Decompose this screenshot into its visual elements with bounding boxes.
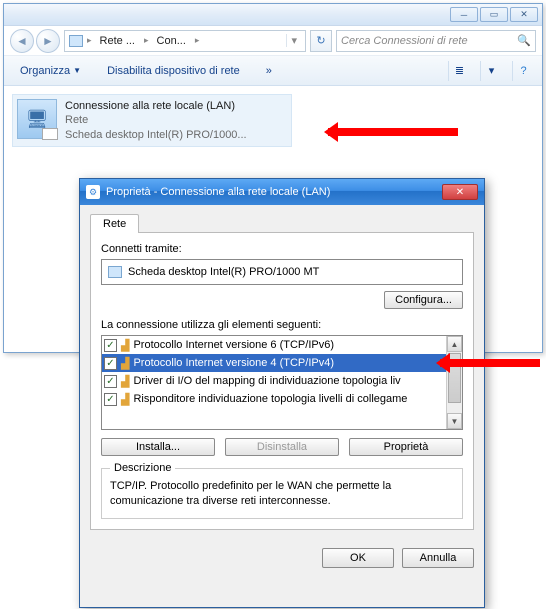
chevron-right-icon: ▸ bbox=[87, 35, 92, 46]
uninstall-button: Disinstalla bbox=[225, 438, 339, 456]
properties-button[interactable]: Proprietà bbox=[349, 438, 463, 456]
list-item-label: Risponditore individuazione topologia li… bbox=[133, 393, 407, 405]
breadcrumb-segment[interactable]: Con... bbox=[153, 35, 191, 47]
connection-text: Connessione alla rete locale (LAN) Rete … bbox=[65, 99, 247, 142]
tab-panel: Connetti tramite: Scheda desktop Intel(R… bbox=[90, 232, 474, 530]
list-item-label: Driver di I/O del mapping di individuazi… bbox=[133, 375, 400, 387]
ok-button[interactable]: OK bbox=[322, 548, 394, 568]
dialog-close-button[interactable]: ✕ bbox=[442, 184, 478, 200]
organize-button[interactable]: Organizza ▼ bbox=[12, 62, 89, 80]
list-item[interactable]: ✓ ▟ Protocollo Internet versione 6 (TCP/IP… bbox=[102, 336, 446, 354]
connect-via-label: Connetti tramite: bbox=[101, 243, 463, 255]
chevron-right-icon: ▸ bbox=[144, 35, 149, 46]
adapter-box: Scheda desktop Intel(R) PRO/1000 MT bbox=[101, 259, 463, 285]
dialog-icon: ⚙ bbox=[86, 185, 100, 199]
content-area: 🖥 Connessione alla rete locale (LAN) Ret… bbox=[4, 86, 542, 155]
breadcrumb-segment[interactable]: Rete ... bbox=[96, 35, 140, 47]
properties-dialog: ⚙ Proprietà - Connessione alla rete loca… bbox=[79, 178, 485, 608]
folder-icon bbox=[69, 35, 83, 47]
scrollbar[interactable]: ▲ ▼ bbox=[446, 336, 462, 429]
window-titlebar: ─ ▭ ✕ bbox=[4, 4, 542, 26]
minimize-button[interactable]: ─ bbox=[450, 7, 478, 22]
nav-back-forward: ◄ ► bbox=[10, 29, 60, 53]
configure-button[interactable]: Configura... bbox=[384, 291, 463, 309]
close-button[interactable]: ✕ bbox=[510, 7, 538, 22]
tab-strip: Rete bbox=[90, 213, 474, 232]
adapter-name: Scheda desktop Intel(R) PRO/1000 MT bbox=[128, 266, 319, 278]
description-group: Descrizione TCP/IP. Protocollo predefini… bbox=[101, 468, 463, 519]
protocol-icon: ▟ bbox=[121, 339, 129, 352]
tab-network[interactable]: Rete bbox=[90, 214, 139, 233]
cancel-button[interactable]: Annulla bbox=[402, 548, 474, 568]
description-label: Descrizione bbox=[110, 462, 175, 474]
connection-status: Rete bbox=[65, 113, 247, 127]
back-button[interactable]: ◄ bbox=[10, 29, 34, 53]
address-dropdown-icon[interactable]: ▾ bbox=[286, 34, 301, 47]
dialog-footer: OK Annulla bbox=[80, 540, 484, 576]
navigation-row: ◄ ► ▸ Rete ... ▸ Con... ▸ ▾ ↻ Cerca Conn… bbox=[4, 26, 542, 56]
annotation-arrow bbox=[440, 359, 540, 367]
checkbox[interactable]: ✓ bbox=[104, 393, 117, 406]
description-text: TCP/IP. Protocollo predefinito per le WA… bbox=[110, 479, 454, 510]
list-item[interactable]: ✓ ▟ Protocollo Internet versione 4 (TCP/IP… bbox=[102, 354, 446, 372]
annotation-arrow bbox=[328, 128, 458, 136]
scroll-up-icon[interactable]: ▲ bbox=[447, 336, 462, 352]
command-bar: Organizza ▼ Disabilita dispositivo di re… bbox=[4, 56, 542, 86]
dialog-body: Rete Connetti tramite: Scheda desktop In… bbox=[80, 205, 484, 540]
protocol-icon: ▟ bbox=[121, 393, 129, 406]
search-placeholder: Cerca Connessioni di rete bbox=[341, 35, 468, 47]
search-icon: 🔍 bbox=[517, 34, 531, 47]
dialog-title-text: Proprietà - Connessione alla rete locale… bbox=[106, 186, 330, 198]
help-icon[interactable]: ? bbox=[512, 61, 534, 81]
protocol-icon: ▟ bbox=[121, 375, 129, 388]
forward-button[interactable]: ► bbox=[36, 29, 60, 53]
checkbox[interactable]: ✓ bbox=[104, 357, 117, 370]
checkbox[interactable]: ✓ bbox=[104, 375, 117, 388]
adapter-icon bbox=[108, 266, 122, 278]
list-item-label: Protocollo Internet versione 6 (TCP/IPv6… bbox=[133, 339, 334, 351]
view-dropdown-icon[interactable]: ▾ bbox=[480, 61, 502, 81]
uses-label: La connessione utilizza gli elementi seg… bbox=[101, 319, 463, 331]
connection-title: Connessione alla rete locale (LAN) bbox=[65, 99, 247, 113]
disable-device-button[interactable]: Disabilita dispositivo di rete bbox=[99, 62, 248, 80]
refresh-button[interactable]: ↻ bbox=[310, 30, 332, 52]
scroll-down-icon[interactable]: ▼ bbox=[447, 413, 462, 429]
more-commands[interactable]: » bbox=[258, 62, 280, 80]
address-bar[interactable]: ▸ Rete ... ▸ Con... ▸ ▾ bbox=[64, 30, 306, 52]
install-button[interactable]: Installa... bbox=[101, 438, 215, 456]
components-listbox: ✓ ▟ Protocollo Internet versione 6 (TCP/IP… bbox=[101, 335, 463, 430]
chevron-down-icon: ▼ bbox=[73, 66, 81, 75]
view-icon[interactable]: ≣ bbox=[448, 61, 470, 81]
protocol-icon: ▟ bbox=[121, 357, 129, 370]
list-item-label: Protocollo Internet versione 4 (TCP/IPv4… bbox=[133, 357, 334, 369]
list-item[interactable]: ✓ ▟ Risponditore individuazione topologia … bbox=[102, 390, 446, 408]
search-input[interactable]: Cerca Connessioni di rete 🔍 bbox=[336, 30, 536, 52]
chevron-right-icon: ▸ bbox=[195, 35, 200, 46]
network-adapter-icon: 🖥 bbox=[17, 99, 57, 139]
dialog-titlebar: ⚙ Proprietà - Connessione alla rete loca… bbox=[80, 179, 484, 205]
connection-item[interactable]: 🖥 Connessione alla rete locale (LAN) Ret… bbox=[12, 94, 292, 147]
connection-adapter: Scheda desktop Intel(R) PRO/1000... bbox=[65, 128, 247, 142]
maximize-button[interactable]: ▭ bbox=[480, 7, 508, 22]
list-item[interactable]: ✓ ▟ Driver di I/O del mapping di individua… bbox=[102, 372, 446, 390]
checkbox[interactable]: ✓ bbox=[104, 339, 117, 352]
